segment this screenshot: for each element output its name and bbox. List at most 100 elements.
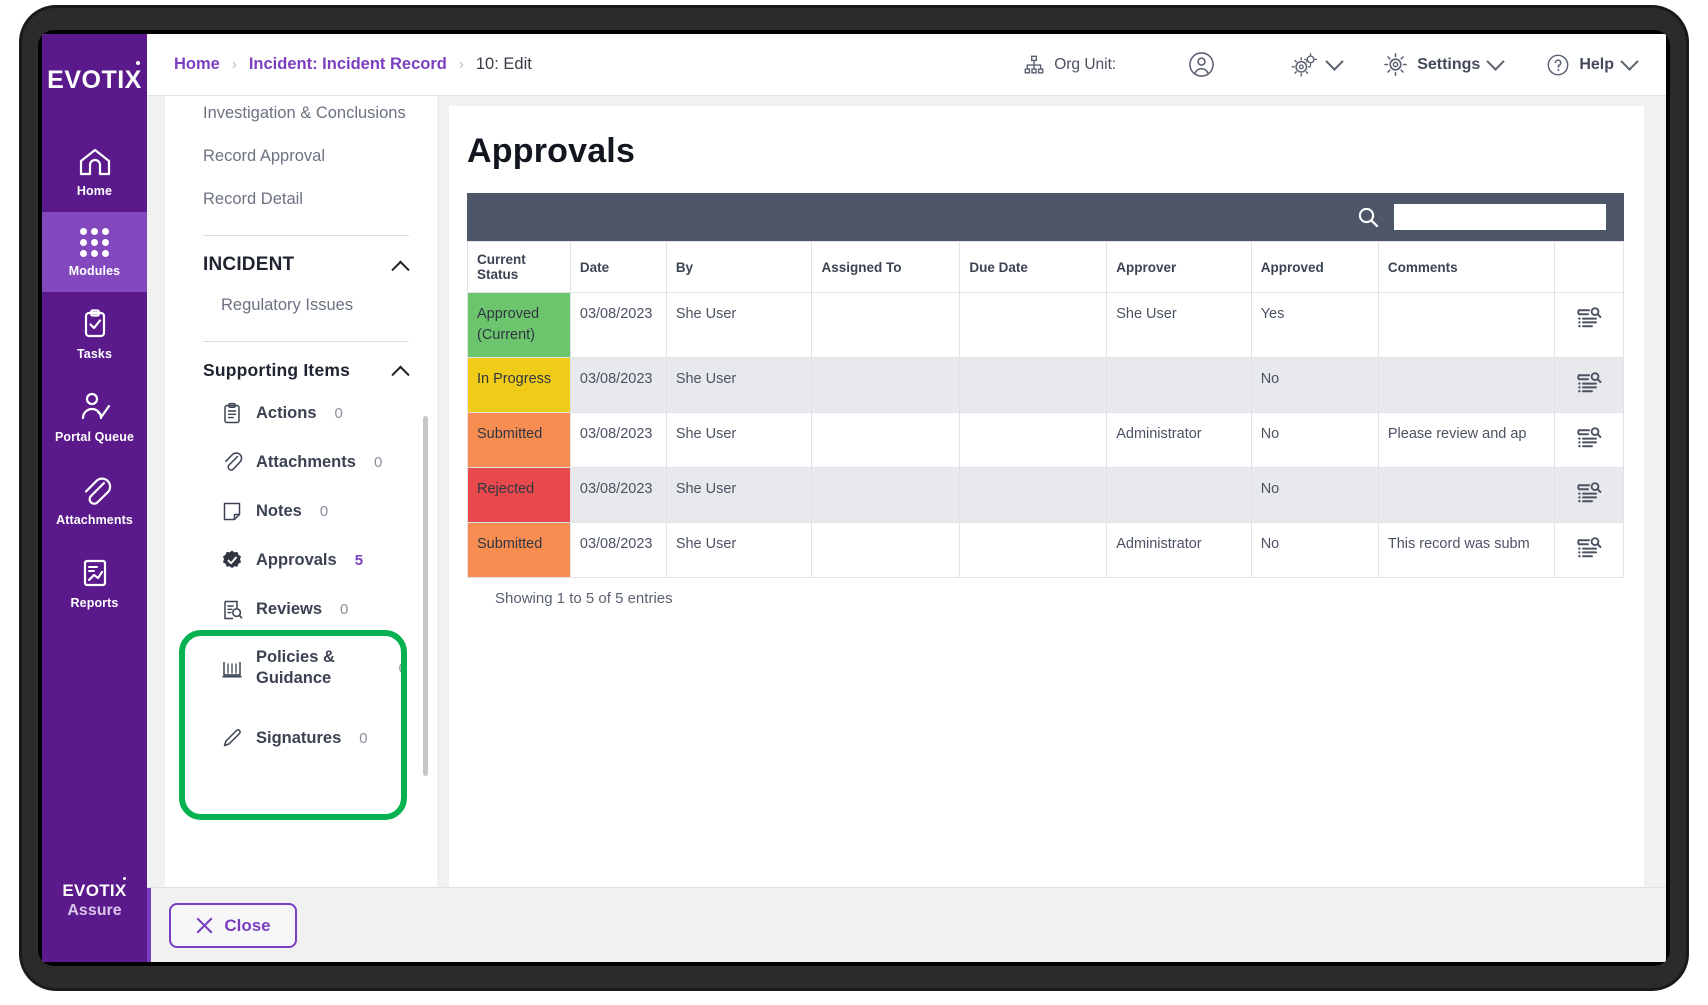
supporting-item-policies-guidance[interactable]: Policies & Guidance 0 bbox=[203, 634, 413, 702]
evotix-assure-logo: EVOTIX Assure bbox=[62, 877, 126, 920]
badge-check-icon bbox=[223, 550, 241, 569]
cell-approver: She User bbox=[1106, 292, 1252, 358]
cell-by: She User bbox=[665, 522, 813, 578]
cell-approved: Yes bbox=[1250, 292, 1379, 358]
table-row[interactable]: Approved (Current) 03/08/2023 She User She … bbox=[467, 292, 1625, 358]
col-comments[interactable]: Comments bbox=[1377, 241, 1555, 293]
cell-comments: This record was subm bbox=[1377, 522, 1555, 578]
chevron-up-icon bbox=[391, 365, 410, 384]
col-due-date[interactable]: Due Date bbox=[959, 241, 1108, 293]
settings-menu[interactable]: Settings bbox=[1383, 52, 1506, 77]
admin-gears-menu[interactable] bbox=[1291, 52, 1344, 78]
primary-sidebar: EVOTIX Home Modules Tasks Portal Queue A… bbox=[42, 34, 147, 962]
row-detail-button[interactable] bbox=[1553, 522, 1625, 578]
subnav-link-record-approval[interactable]: Record Approval bbox=[203, 135, 413, 178]
cell-current-status: Submitted bbox=[467, 412, 571, 468]
chevron-up-icon bbox=[391, 260, 410, 279]
supporting-item-count: 0 bbox=[319, 503, 329, 520]
evotix-logo: EVOTIX bbox=[47, 61, 142, 95]
col-actions bbox=[1553, 241, 1625, 293]
help-menu[interactable]: Help bbox=[1546, 52, 1639, 77]
search-input[interactable] bbox=[1394, 204, 1606, 230]
breadcrumb-home[interactable]: Home bbox=[174, 55, 220, 74]
report-chart-icon bbox=[83, 559, 106, 587]
audit-detail-icon[interactable] bbox=[1576, 537, 1602, 559]
org-unit-selector[interactable]: Org Unit: bbox=[1023, 54, 1116, 76]
close-button[interactable]: Close bbox=[169, 903, 297, 948]
supporting-item-notes[interactable]: Notes 0 bbox=[203, 487, 413, 536]
cell-current-status: Submitted bbox=[467, 522, 571, 578]
sidebar-item-tasks[interactable]: Tasks bbox=[42, 292, 147, 375]
row-detail-button[interactable] bbox=[1553, 357, 1625, 413]
col-assigned-to[interactable]: Assigned To bbox=[811, 241, 961, 293]
paperclip-icon bbox=[84, 477, 111, 505]
sidebar-scrollbar[interactable] bbox=[423, 416, 428, 776]
supporting-item-approvals[interactable]: Approvals 5 bbox=[203, 536, 413, 585]
supporting-item-reviews[interactable]: Reviews 0 bbox=[203, 585, 413, 634]
evotix-logo-text: EVOTIX bbox=[47, 66, 142, 94]
audit-detail-icon[interactable] bbox=[1576, 307, 1602, 329]
cell-by: She User bbox=[665, 467, 813, 523]
cell-approved: No bbox=[1250, 467, 1379, 523]
section-header-supporting-items[interactable]: Supporting Items bbox=[203, 352, 413, 389]
supporting-item-actions[interactable]: Actions 0 bbox=[203, 389, 413, 438]
cell-due-date bbox=[959, 292, 1108, 358]
supporting-item-attachments[interactable]: Attachments 0 bbox=[203, 438, 413, 487]
row-detail-button[interactable] bbox=[1553, 467, 1625, 523]
cell-assigned-to bbox=[811, 522, 961, 578]
row-detail-button[interactable] bbox=[1553, 292, 1625, 358]
breadcrumb-current: 10: Edit bbox=[475, 55, 532, 73]
cell-date: 03/08/2023 bbox=[569, 412, 667, 468]
cell-due-date bbox=[959, 467, 1108, 523]
sidebar-item-portal-queue[interactable]: Portal Queue bbox=[42, 375, 147, 458]
col-approver[interactable]: Approver bbox=[1106, 241, 1252, 293]
clipboard-search-icon bbox=[224, 600, 243, 620]
cell-due-date bbox=[959, 412, 1108, 468]
sidebar-item-label: Reports bbox=[70, 596, 119, 610]
col-date[interactable]: Date bbox=[569, 241, 667, 293]
table-header-row: Current Status Date By Assigned To Due D… bbox=[467, 241, 1625, 293]
page-body: Investigation & Conclusions Record Appro… bbox=[147, 96, 1666, 962]
table-row[interactable]: Rejected 03/08/2023 She User No bbox=[467, 467, 1625, 523]
supporting-item-signatures[interactable]: Signatures 0 bbox=[203, 714, 413, 763]
subnav-link-regulatory-issues[interactable]: Regulatory Issues bbox=[203, 284, 413, 327]
supporting-item-label: Approvals bbox=[256, 551, 337, 569]
section-header-incident[interactable]: INCIDENT bbox=[203, 246, 413, 284]
chevron-down-icon bbox=[1620, 52, 1639, 71]
paperclip-icon bbox=[225, 452, 243, 471]
cell-comments bbox=[1377, 467, 1555, 523]
subnav-link-record-detail[interactable]: Record Detail bbox=[203, 178, 413, 221]
audit-detail-icon[interactable] bbox=[1576, 427, 1602, 449]
pen-icon bbox=[223, 729, 241, 747]
col-current-status[interactable]: Current Status bbox=[467, 241, 571, 293]
sidebar-item-home[interactable]: Home bbox=[42, 129, 147, 212]
breadcrumb-incident-record[interactable]: Incident: Incident Record bbox=[249, 55, 447, 74]
search-icon[interactable] bbox=[1356, 205, 1380, 229]
profile-button[interactable] bbox=[1188, 51, 1215, 78]
cell-comments bbox=[1377, 357, 1555, 413]
row-detail-button[interactable] bbox=[1553, 412, 1625, 468]
user-circle-icon bbox=[1189, 52, 1215, 77]
table-row[interactable]: Submitted 03/08/2023 She User Administrator… bbox=[467, 522, 1625, 578]
col-by[interactable]: By bbox=[665, 241, 813, 293]
subnav-link-investigation[interactable]: Investigation & Conclusions bbox=[203, 96, 413, 135]
header-actions: Org Unit: Settings Help bbox=[1023, 51, 1666, 78]
breadcrumb: Home › Incident: Incident Record › 10: E… bbox=[174, 55, 532, 74]
cell-approved: No bbox=[1250, 357, 1379, 413]
sidebar-item-attachments[interactable]: Attachments bbox=[42, 458, 147, 541]
table-row[interactable]: Submitted 03/08/2023 She User Administrator… bbox=[467, 412, 1625, 468]
audit-detail-icon[interactable] bbox=[1576, 372, 1602, 394]
sidebar-item-label: Attachments bbox=[56, 513, 133, 527]
close-label: Close bbox=[224, 915, 271, 935]
approvals-table: Current Status Date By Assigned To Due D… bbox=[467, 241, 1625, 578]
col-approved[interactable]: Approved bbox=[1250, 241, 1379, 293]
cell-current-status: Approved (Current) bbox=[467, 292, 571, 358]
sidebar-item-reports[interactable]: Reports bbox=[42, 541, 147, 624]
supporting-item-count: 0 bbox=[334, 405, 343, 422]
table-row[interactable]: In Progress 03/08/2023 She User No bbox=[467, 357, 1625, 413]
supporting-item-label: Notes bbox=[256, 502, 302, 520]
supporting-item-count: 0 bbox=[340, 601, 349, 618]
cell-current-status: Rejected bbox=[467, 467, 571, 523]
sidebar-item-modules[interactable]: Modules bbox=[42, 212, 147, 292]
audit-detail-icon[interactable] bbox=[1576, 482, 1602, 504]
